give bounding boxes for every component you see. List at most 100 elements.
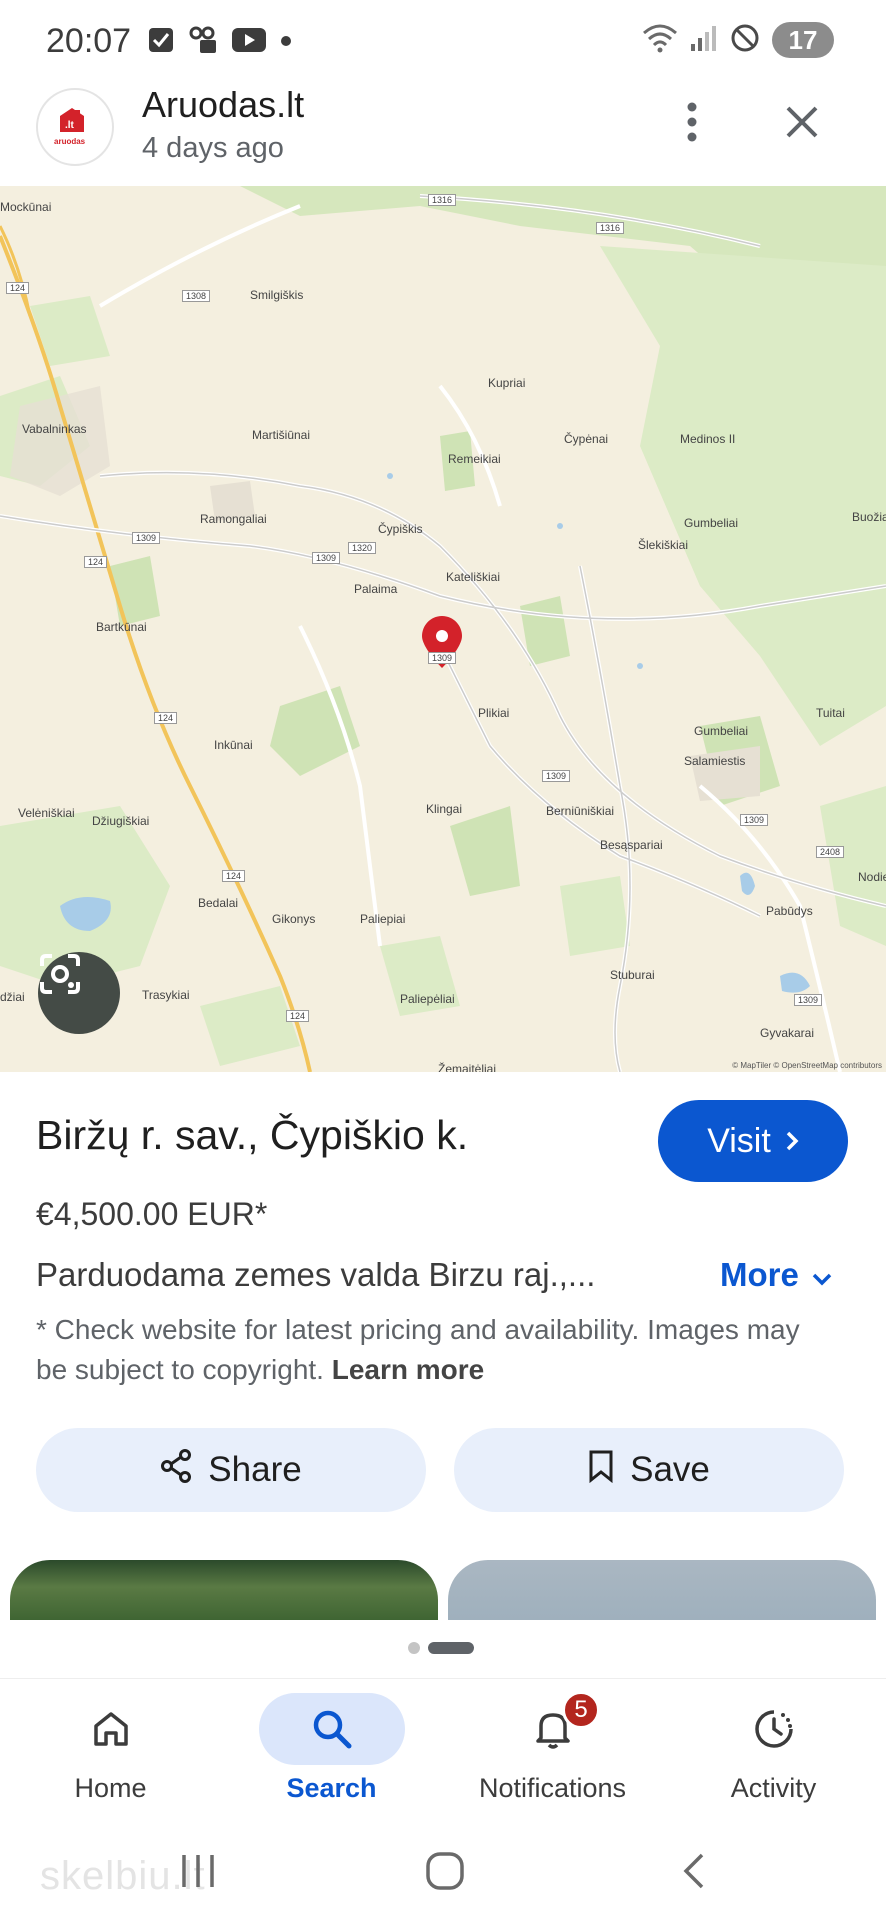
logo-text-top: .lt xyxy=(65,120,75,131)
page-dot xyxy=(408,1642,420,1654)
learn-more-link[interactable]: Learn more xyxy=(332,1354,485,1385)
back-button[interactable] xyxy=(664,1848,724,1898)
status-time: 20:07 xyxy=(46,22,132,60)
map-place-label: Medinos II xyxy=(680,432,736,446)
map-place-label: Smilgiškis xyxy=(250,288,304,302)
road-number: 1309 xyxy=(740,814,769,826)
road-number: 2408 xyxy=(816,846,845,858)
road-number: 1309 xyxy=(542,770,571,782)
map-place-label: Stuburai xyxy=(610,968,655,982)
map-place-label: Berniūniškiai xyxy=(546,804,615,818)
map-place-label: Velėniškiai xyxy=(18,806,75,820)
map-place-label: Salamiestis xyxy=(684,754,746,768)
map-place-label: Bedalai xyxy=(198,896,239,910)
dnd-icon xyxy=(730,23,760,58)
map-place-label: Vabalninkas xyxy=(22,422,87,436)
status-bar: 20:07 17 xyxy=(0,0,886,84)
map-place-label: Trasykiai xyxy=(142,988,190,1002)
road-number: 1309 xyxy=(794,994,823,1006)
notification-icons xyxy=(148,26,292,59)
recents-button[interactable] xyxy=(168,1848,228,1898)
road-number: 124 xyxy=(154,712,178,724)
road-number: 1316 xyxy=(596,222,625,234)
nav-notifications[interactable]: 5 Notifications xyxy=(442,1679,663,1819)
map-place-label: Palaima xyxy=(354,582,398,596)
save-label: Save xyxy=(630,1450,710,1489)
google-lens-button[interactable] xyxy=(38,952,120,1034)
more-options-button[interactable] xyxy=(662,94,722,154)
map-place-label: Bartkūnai xyxy=(96,620,147,634)
visit-button[interactable]: Visit xyxy=(658,1100,848,1182)
home-system-button[interactable] xyxy=(415,1848,475,1898)
nav-notifications-label: Notifications xyxy=(478,1773,627,1803)
map-place-label: Ramongaliai xyxy=(200,512,267,526)
road-number: 1320 xyxy=(348,542,377,554)
bell-icon xyxy=(480,1693,626,1765)
map-place-label: Kateliškiai xyxy=(446,570,501,584)
map-place-label: Plikiai xyxy=(478,706,510,720)
chevron-down-icon xyxy=(811,1256,833,1294)
road-number: 1309 xyxy=(132,532,161,544)
nav-activity-label: Activity xyxy=(730,1773,817,1803)
kebab-icon xyxy=(686,101,698,148)
nav-activity[interactable]: Activity xyxy=(663,1679,884,1819)
close-button[interactable] xyxy=(772,94,832,154)
site-name[interactable]: Aruodas.lt xyxy=(142,84,304,126)
home-circle-icon xyxy=(425,1851,465,1896)
chevron-right-icon xyxy=(785,1122,799,1161)
bottom-navigation: Home Search 5 Notifications Activity xyxy=(0,1678,886,1818)
map-place-label: Tuitai xyxy=(816,706,845,720)
map-place-label: Nodiе xyxy=(858,870,886,884)
map-attribution: © MapTiler © OpenStreetMap contributors xyxy=(732,1061,882,1070)
map-place-label: Pabūdys xyxy=(766,904,813,918)
wifi-icon xyxy=(642,23,678,58)
listing-title: Biržų r. sav., Čypiškio k. xyxy=(36,1112,469,1158)
road-number: 124 xyxy=(286,1010,310,1022)
nav-search[interactable]: Search xyxy=(221,1679,442,1819)
map-place-label: Džiugiškiai xyxy=(92,814,150,828)
home-icon xyxy=(38,1693,184,1765)
map-view[interactable]: Mockūnai Smilgiškis Kupriai Vabalninkas … xyxy=(0,186,886,1072)
back-icon xyxy=(682,1852,706,1895)
post-time: 4 days ago xyxy=(142,132,284,164)
map-place-label: Gikonys xyxy=(272,912,316,926)
map-place-label: Besąspariai xyxy=(600,838,663,852)
search-icon xyxy=(258,1693,405,1765)
site-logo[interactable]: .lt aruodas xyxy=(36,88,114,166)
share-label: Share xyxy=(208,1450,302,1489)
map-place-label: Gumbeliai xyxy=(694,724,749,738)
listing-price: €4,500.00 EUR* xyxy=(36,1196,268,1232)
map-place-label: Inkūnai xyxy=(214,738,253,752)
nav-home[interactable]: Home xyxy=(0,1679,221,1819)
map-place-label: Šlekiškiai xyxy=(638,538,689,552)
listing-description: Parduodama zemes valda Birzu raj.,... xyxy=(36,1256,596,1293)
map-place-label: džiai xyxy=(0,990,25,1004)
youtube-icon xyxy=(232,27,266,58)
visit-label: Visit xyxy=(707,1121,771,1160)
close-icon xyxy=(785,105,819,144)
recents-icon xyxy=(178,1853,218,1894)
voicemail-icon xyxy=(188,26,218,59)
save-button[interactable]: Save xyxy=(454,1428,844,1512)
map-place-label: Klingai xyxy=(426,802,463,816)
map-place-label: Remeikiai xyxy=(448,452,501,466)
map-place-label: Kupriai xyxy=(488,376,526,390)
listing-image-thumbnail[interactable] xyxy=(10,1560,438,1620)
road-number: 1316 xyxy=(428,194,457,206)
map-place-label: Žemaitėliai xyxy=(438,1062,497,1072)
dot-icon xyxy=(280,34,292,52)
listing-image-thumbnail[interactable] xyxy=(448,1560,876,1620)
check-icon xyxy=(148,27,174,58)
share-button[interactable]: Share xyxy=(36,1428,426,1512)
notification-badge: 5 xyxy=(562,1691,600,1729)
signal-icon xyxy=(690,24,718,57)
share-icon xyxy=(160,1448,192,1492)
source-header: .lt aruodas Aruodas.lt 4 days ago xyxy=(0,84,886,184)
more-button[interactable]: More xyxy=(720,1256,833,1294)
status-right: 17 xyxy=(642,22,834,58)
map-place-label: Buožiai xyxy=(852,510,886,524)
road-number: 1309 xyxy=(312,552,341,564)
map-place-label: Čypėnai xyxy=(564,432,609,446)
road-number: 1309 xyxy=(428,652,457,664)
map-place-label: Čypiškis xyxy=(378,522,423,536)
